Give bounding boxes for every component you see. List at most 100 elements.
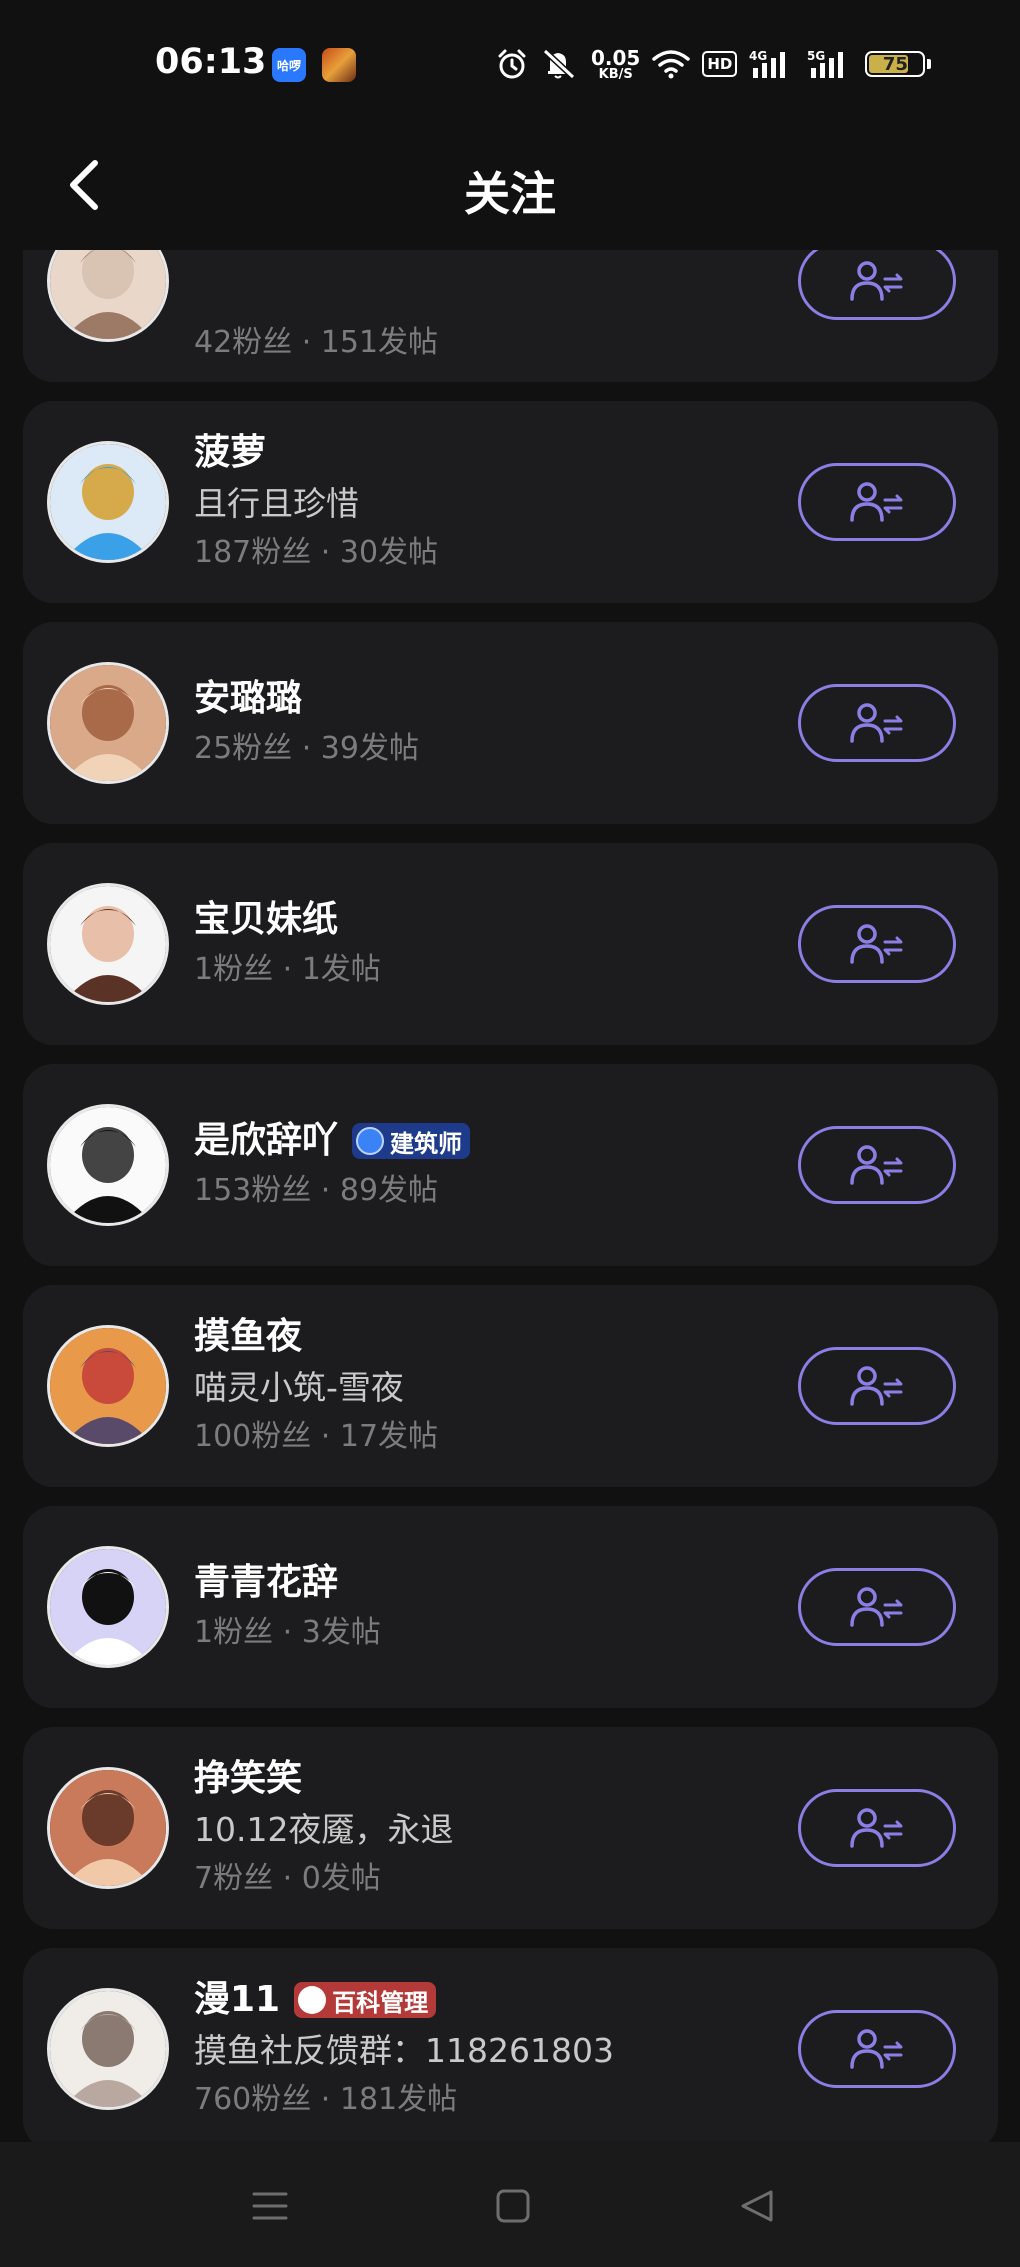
- mutual-follow-button[interactable]: [798, 1568, 956, 1646]
- user-mutual-follow-icon: [850, 261, 903, 301]
- user-signature: 且行且珍惜: [194, 484, 359, 523]
- user-stats: 42粉丝 · 151发帖: [194, 325, 439, 360]
- user-name: 安璐璐: [194, 678, 303, 719]
- battery-level: 75: [882, 53, 908, 75]
- mutual-follow-button[interactable]: [798, 2010, 956, 2088]
- user-avatar[interactable]: [47, 1104, 169, 1226]
- user-name: 漫11: [194, 1979, 281, 2020]
- nav-menu-button[interactable]: [240, 2176, 300, 2236]
- user-badge: 百科管理: [294, 1982, 437, 2018]
- user-info: 青青花辞 1粉丝 · 3发帖: [194, 1506, 381, 1708]
- user-name-row: 宝贝妹纸: [194, 897, 381, 943]
- page-title: 关注: [464, 167, 556, 221]
- user-info: 是欣辞吖 建筑师 153粉丝 · 89发帖: [194, 1064, 471, 1266]
- user-name-row: 安璐璐: [194, 676, 419, 722]
- badge-icon: [298, 1986, 327, 2014]
- user-name: 是欣辞吖: [194, 1120, 339, 1161]
- user-avatar[interactable]: [47, 441, 169, 563]
- user-mutual-follow-icon: [850, 703, 903, 743]
- user-signature: 10.12夜魇，永退: [194, 1810, 454, 1849]
- user-info: 挣笑笑 10.12夜魇，永退 7粉丝 · 0发帖: [194, 1727, 453, 1929]
- user-card[interactable]: 宝贝妹纸 1粉丝 · 1发帖: [23, 843, 998, 1045]
- mutual-follow-button[interactable]: [798, 684, 956, 762]
- wifi-icon: [652, 49, 691, 79]
- user-info: 漫11 百科管理摸鱼社反馈群：118261803 760粉丝 · 181发帖: [194, 1948, 614, 2142]
- mutual-follow-button[interactable]: [798, 1347, 956, 1425]
- net-speed: 0.05 KB/S: [591, 45, 641, 82]
- header: 关注: [0, 130, 1020, 250]
- badge-label: 百科管理: [332, 1988, 429, 2017]
- badge-icon: [356, 1127, 385, 1155]
- user-stats: 187粉丝 · 30发帖: [194, 535, 439, 570]
- battery-cap: [927, 59, 932, 69]
- hellobike-app-icon: 哈啰: [272, 48, 306, 82]
- signal-5g-icon: 5G: [807, 48, 853, 80]
- user-name-row: 摸鱼夜: [194, 1314, 438, 1360]
- user-info: 摸鱼夜喵灵小筑-雪夜 100粉丝 · 17发帖: [194, 1285, 438, 1487]
- user-stats: 1粉丝 · 1发帖: [194, 952, 381, 987]
- user-avatar[interactable]: [47, 1988, 169, 2110]
- user-mutual-follow-icon: [850, 1145, 903, 1185]
- user-signature: 摸鱼社反馈群：118261803: [194, 2031, 614, 2070]
- status-indicators: 0.05 KB/S HD 4G 5G 75: [495, 44, 932, 84]
- user-info: 菠萝且行且珍惜 187粉丝 · 30发帖: [194, 401, 438, 603]
- following-list[interactable]: 42粉丝 · 151发帖菠萝且行且珍惜 187粉丝 · 30发帖安璐璐 25粉丝 ·…: [0, 250, 1020, 2142]
- user-signature: 喵灵小筑-雪夜: [194, 1368, 404, 1407]
- mutual-follow-button[interactable]: [798, 1126, 956, 1204]
- nav-back-button[interactable]: [727, 2176, 787, 2236]
- user-card[interactable]: 是欣辞吖 建筑师 153粉丝 · 89发帖: [23, 1064, 998, 1266]
- user-avatar[interactable]: [47, 250, 169, 342]
- nav-home-button[interactable]: [483, 2176, 543, 2236]
- user-avatar[interactable]: [47, 662, 169, 784]
- user-name-row: 青青花辞: [194, 1560, 381, 1606]
- status-bar: 06:13 哈啰 0.05 KB/S HD 4G 5G 75: [0, 0, 1020, 130]
- game-app-icon: [322, 48, 356, 82]
- mutual-follow-button[interactable]: [798, 463, 956, 541]
- user-name-row: 挣笑笑: [194, 1756, 453, 1802]
- user-info: 42粉丝 · 151发帖: [194, 250, 438, 382]
- mutual-follow-button[interactable]: [798, 1789, 956, 1867]
- user-card[interactable]: 漫11 百科管理摸鱼社反馈群：118261803 760粉丝 · 181发帖: [23, 1948, 998, 2142]
- user-stats: 100粉丝 · 17发帖: [194, 1419, 439, 1454]
- user-card[interactable]: 青青花辞 1粉丝 · 3发帖: [23, 1506, 998, 1708]
- svg-text:4G: 4G: [749, 49, 767, 63]
- signal-4g-icon: 4G: [749, 48, 795, 80]
- user-mutual-follow-icon: [850, 482, 903, 522]
- user-mutual-follow-icon: [850, 1808, 903, 1848]
- following-list-inner: 42粉丝 · 151发帖菠萝且行且珍惜 187粉丝 · 30发帖安璐璐 25粉丝 ·…: [23, 250, 998, 2142]
- alarm-icon: [495, 47, 529, 81]
- user-stats: 25粉丝 · 39发帖: [194, 731, 419, 766]
- mutual-follow-button[interactable]: [798, 905, 956, 983]
- user-card[interactable]: 摸鱼夜喵灵小筑-雪夜 100粉丝 · 17发帖: [23, 1285, 998, 1487]
- user-mutual-follow-icon: [850, 1587, 903, 1627]
- user-mutual-follow-icon: [850, 924, 903, 964]
- user-name: 菠萝: [194, 432, 267, 473]
- home-square-icon: [496, 2189, 530, 2223]
- hd-badge: HD: [702, 51, 738, 77]
- back-triangle-icon: [741, 2190, 773, 2222]
- user-card[interactable]: 安璐璐 25粉丝 · 39发帖: [23, 622, 998, 824]
- user-name-row: 菠萝: [194, 430, 438, 476]
- user-avatar[interactable]: [47, 1325, 169, 1447]
- user-card[interactable]: 菠萝且行且珍惜 187粉丝 · 30发帖: [23, 401, 998, 603]
- user-name: 宝贝妹纸: [194, 899, 339, 940]
- user-card[interactable]: 42粉丝 · 151发帖: [23, 250, 998, 382]
- user-info: 安璐璐 25粉丝 · 39发帖: [194, 622, 419, 824]
- menu-icon: [252, 2192, 288, 2220]
- user-name-row: 漫11 百科管理: [194, 1977, 614, 2023]
- battery-icon: 75: [865, 51, 926, 77]
- user-name-row: 是欣辞吖 建筑师: [194, 1118, 471, 1164]
- user-avatar[interactable]: [47, 1546, 169, 1668]
- user-badge: 建筑师: [352, 1123, 471, 1159]
- user-avatar[interactable]: [47, 1767, 169, 1889]
- badge-label: 建筑师: [390, 1129, 463, 1158]
- user-card[interactable]: 挣笑笑 10.12夜魇，永退 7粉丝 · 0发帖: [23, 1727, 998, 1929]
- user-name: 摸鱼夜: [194, 1316, 303, 1357]
- user-name: 挣笑笑: [194, 1758, 303, 1799]
- mutual-follow-button[interactable]: [798, 250, 956, 320]
- user-avatar[interactable]: [47, 883, 169, 1005]
- user-stats: 153粉丝 · 89发帖: [194, 1173, 439, 1208]
- mute-icon: [541, 47, 579, 81]
- user-stats: 760粉丝 · 181发帖: [194, 2082, 458, 2117]
- user-mutual-follow-icon: [850, 1366, 903, 1406]
